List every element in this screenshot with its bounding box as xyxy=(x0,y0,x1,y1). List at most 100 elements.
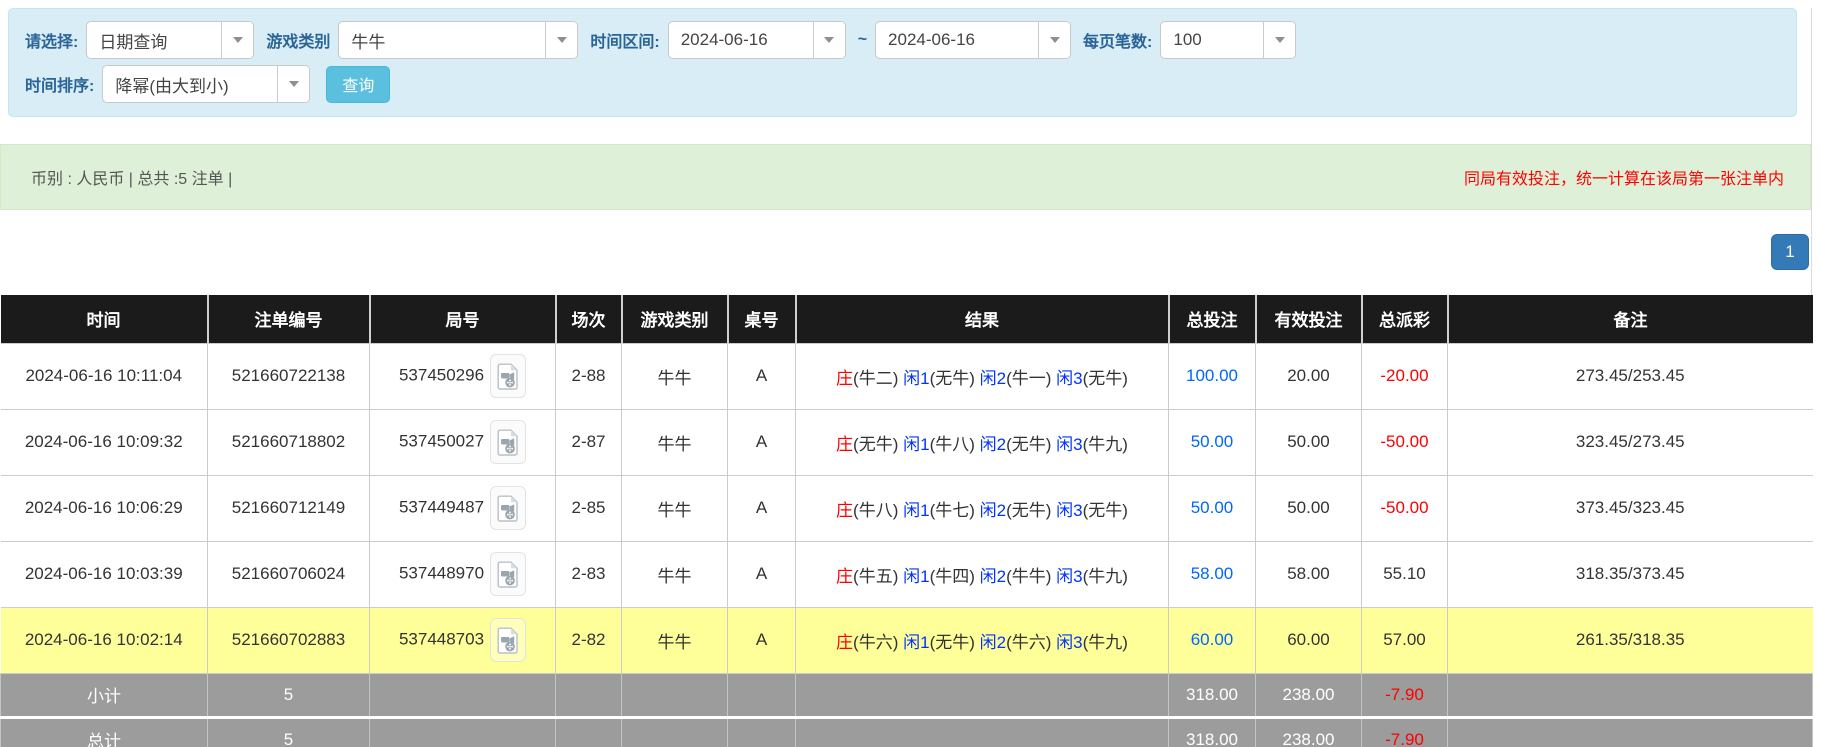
footer-valid-bet-cell: 238.00 xyxy=(1256,717,1362,747)
total-bet-link[interactable]: 100.00 xyxy=(1186,366,1238,385)
bet-time-cell: 2024-06-16 10:03:39 xyxy=(1,541,208,607)
result-player-label: 闲2 xyxy=(980,567,1006,586)
session-cell: 2-82 xyxy=(556,607,622,673)
time-sort-select[interactable]: 降幂(由大到小) xyxy=(102,65,310,103)
footer-empty-cell xyxy=(728,673,796,717)
total-bet-link[interactable]: 58.00 xyxy=(1191,564,1234,583)
footer-count-cell: 5 xyxy=(208,717,370,747)
result-hand-value: (无牛) xyxy=(930,633,975,652)
time-range-label: 时间区间: xyxy=(590,28,659,52)
total-bet-cell: 50.00 xyxy=(1169,475,1256,541)
total-row: 总计5318.00238.00-7.90 xyxy=(1,717,1813,747)
valid-bet-cell: 20.00 xyxy=(1256,343,1362,409)
table-id-cell: A xyxy=(728,343,796,409)
chevron-down-icon[interactable] xyxy=(1038,22,1070,58)
video-replay-button[interactable] xyxy=(490,354,526,398)
total-bet-link[interactable]: 60.00 xyxy=(1191,630,1234,649)
payout-cell: 57.00 xyxy=(1362,607,1448,673)
time-sort-value: 降幂(由大到小) xyxy=(103,66,277,102)
video-replay-icon xyxy=(497,495,519,522)
video-replay-icon xyxy=(497,627,519,654)
result-hand-value: (无牛) xyxy=(1006,501,1051,520)
result-cell: 庄(牛六) 闲1(无牛) 闲2(牛六) 闲3(牛九) xyxy=(796,607,1169,673)
video-replay-button[interactable] xyxy=(490,552,526,596)
footer-remark-cell xyxy=(1448,717,1813,747)
result-hand-value: (牛五) xyxy=(853,567,898,586)
result-player-label: 闲1 xyxy=(903,435,929,454)
round-id-text: 537448703 xyxy=(399,629,484,648)
page-size-select[interactable]: 100 xyxy=(1160,21,1296,59)
video-replay-button[interactable] xyxy=(490,618,526,662)
col-header-2: 局号 xyxy=(370,295,556,343)
chevron-down-icon[interactable] xyxy=(545,22,577,58)
page-size-value: 100 xyxy=(1161,22,1263,58)
date-from-value: 2024-06-16 xyxy=(669,22,813,58)
col-header-3: 场次 xyxy=(556,295,622,343)
result-player-label: 闲3 xyxy=(1056,501,1082,520)
footer-valid-bet-cell: 238.00 xyxy=(1256,673,1362,717)
footer-label-cell: 小计 xyxy=(1,673,208,717)
chevron-down-icon[interactable] xyxy=(1263,22,1295,58)
result-hand-value: (牛九) xyxy=(1083,633,1128,652)
chevron-down-icon[interactable] xyxy=(221,22,253,58)
payout-cell: 55.10 xyxy=(1362,541,1448,607)
table-row: 2024-06-16 10:11:04521660722138537450296… xyxy=(1,343,1813,409)
date-from-select[interactable]: 2024-06-16 xyxy=(668,21,846,59)
bet-records-table: 时间注单编号局号场次游戏类别桌号结果总投注有效投注总派彩备注 2024-06-1… xyxy=(0,295,1813,747)
footer-total-bet-cell: 318.00 xyxy=(1169,673,1256,717)
result-cell: 庄(牛八) 闲1(牛七) 闲2(无牛) 闲3(无牛) xyxy=(796,475,1169,541)
summary-bar: 币别 : 人民币 | 总共 :5 注单 | 同局有效投注，统一计算在该局第一张注… xyxy=(0,144,1811,210)
footer-empty-cell xyxy=(622,673,728,717)
result-hand-value: (无牛) xyxy=(853,435,898,454)
result-player-label: 闲1 xyxy=(903,369,929,388)
search-button[interactable]: 查询 xyxy=(326,66,390,103)
video-replay-button[interactable] xyxy=(490,486,526,530)
game-category-cell: 牛牛 xyxy=(622,409,728,475)
result-player-label: 闲1 xyxy=(903,567,929,586)
footer-remark-cell xyxy=(1448,673,1813,717)
game-category-select[interactable]: 牛牛 xyxy=(338,21,578,59)
date-to-select[interactable]: 2024-06-16 xyxy=(875,21,1071,59)
result-player-label: 闲2 xyxy=(980,435,1006,454)
video-replay-button[interactable] xyxy=(490,420,526,464)
result-hand-value: (牛二) xyxy=(853,369,898,388)
query-type-value: 日期查询 xyxy=(87,22,221,58)
chevron-down-icon[interactable] xyxy=(813,22,845,58)
chevron-down-icon[interactable] xyxy=(277,66,309,102)
range-separator: ~ xyxy=(858,31,867,49)
query-type-select[interactable]: 日期查询 xyxy=(86,21,254,59)
round-id-cell: 537449487 xyxy=(370,475,556,541)
result-hand-value: (无牛) xyxy=(1006,435,1051,454)
table-row: 2024-06-16 10:09:32521660718802537450027… xyxy=(1,409,1813,475)
page-button-1[interactable]: 1 xyxy=(1771,234,1809,270)
query-type-label: 请选择: xyxy=(25,28,78,52)
result-banker-label: 庄 xyxy=(836,633,853,652)
total-bet-cell: 100.00 xyxy=(1169,343,1256,409)
footer-empty-cell xyxy=(796,717,1169,747)
game-category-value: 牛牛 xyxy=(339,22,545,58)
round-id-text: 537448970 xyxy=(399,563,484,582)
game-category-cell: 牛牛 xyxy=(622,541,728,607)
round-id-cell: 537448703 xyxy=(370,607,556,673)
table-id-cell: A xyxy=(728,409,796,475)
remark-cell: 273.45/253.45 xyxy=(1448,343,1813,409)
table-row: 2024-06-16 10:03:39521660706024537448970… xyxy=(1,541,1813,607)
result-player-label: 闲2 xyxy=(980,369,1006,388)
result-hand-value: (牛六) xyxy=(853,633,898,652)
pagination: 1 xyxy=(0,234,1809,270)
bet-time-cell: 2024-06-16 10:11:04 xyxy=(1,343,208,409)
col-header-5: 桌号 xyxy=(728,295,796,343)
result-player-label: 闲3 xyxy=(1056,567,1082,586)
total-bet-link[interactable]: 50.00 xyxy=(1191,432,1234,451)
footer-total-bet-cell: 318.00 xyxy=(1169,717,1256,747)
result-banker-label: 庄 xyxy=(836,369,853,388)
valid-bet-cell: 50.00 xyxy=(1256,475,1362,541)
col-header-4: 游戏类别 xyxy=(622,295,728,343)
round-id-text: 537450296 xyxy=(399,365,484,384)
footer-empty-cell xyxy=(370,717,556,747)
table-header-row: 时间注单编号局号场次游戏类别桌号结果总投注有效投注总派彩备注 xyxy=(1,295,1813,343)
total-bet-link[interactable]: 50.00 xyxy=(1191,498,1234,517)
footer-empty-cell xyxy=(556,717,622,747)
col-header-6: 结果 xyxy=(796,295,1169,343)
currency-total-text: 币别 : 人民币 | 总共 :5 注单 | xyxy=(31,165,232,189)
